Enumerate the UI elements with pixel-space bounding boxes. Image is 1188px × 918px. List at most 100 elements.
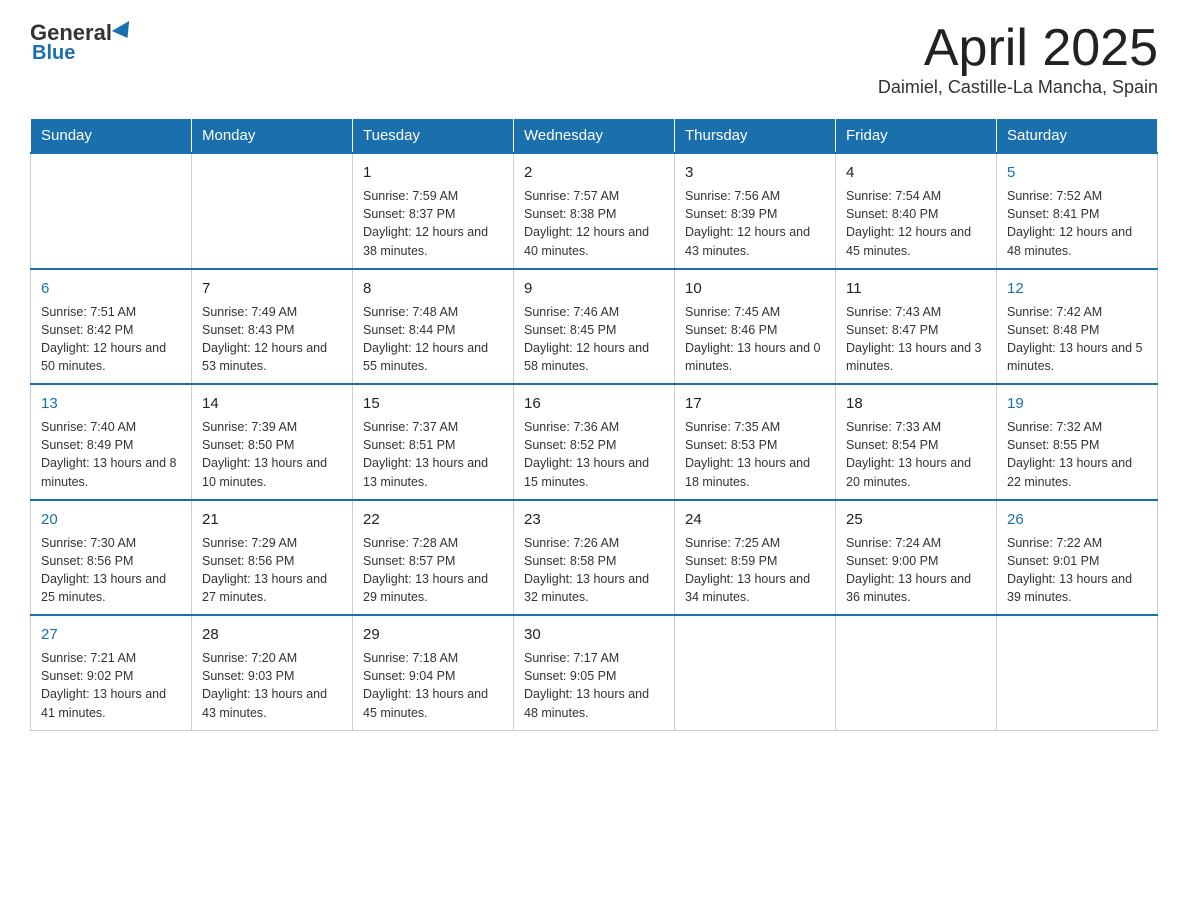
calendar-cell-w5-d5: [675, 615, 836, 730]
day-info: Sunrise: 7:30 AMSunset: 8:56 PMDaylight:…: [41, 534, 181, 607]
calendar-cell-w1-d5: 3 Sunrise: 7:56 AMSunset: 8:39 PMDaylight…: [675, 153, 836, 269]
day-number: 1: [363, 162, 503, 183]
calendar-cell-w1-d7: 5 Sunrise: 7:52 AMSunset: 8:41 PMDaylight…: [997, 153, 1158, 269]
day-number: 7: [202, 278, 342, 299]
day-info: Sunrise: 7:17 AMSunset: 9:05 PMDaylight:…: [524, 649, 664, 722]
header-wednesday: Wednesday: [514, 119, 675, 154]
calendar-table: Sunday Monday Tuesday Wednesday Thursday…: [30, 118, 1158, 731]
day-number: 25: [846, 509, 986, 530]
day-info: Sunrise: 7:28 AMSunset: 8:57 PMDaylight:…: [363, 534, 503, 607]
week-row-3: 13 Sunrise: 7:40 AMSunset: 8:49 PMDayligh…: [31, 384, 1158, 500]
calendar-cell-w3-d7: 19 Sunrise: 7:32 AMSunset: 8:55 PMDayligh…: [997, 384, 1158, 500]
day-number: 9: [524, 278, 664, 299]
calendar-cell-w4-d5: 24 Sunrise: 7:25 AMSunset: 8:59 PMDayligh…: [675, 500, 836, 616]
calendar-cell-w1-d1: [31, 153, 192, 269]
calendar-cell-w3-d3: 15 Sunrise: 7:37 AMSunset: 8:51 PMDayligh…: [353, 384, 514, 500]
calendar-cell-w2-d1: 6 Sunrise: 7:51 AMSunset: 8:42 PMDaylight…: [31, 269, 192, 385]
calendar-cell-w1-d2: [192, 153, 353, 269]
calendar-cell-w1-d3: 1 Sunrise: 7:59 AMSunset: 8:37 PMDaylight…: [353, 153, 514, 269]
calendar-cell-w5-d2: 28 Sunrise: 7:20 AMSunset: 9:03 PMDayligh…: [192, 615, 353, 730]
calendar-cell-w4-d2: 21 Sunrise: 7:29 AMSunset: 8:56 PMDayligh…: [192, 500, 353, 616]
calendar-cell-w2-d3: 8Sunrise: 7:48 AMSunset: 8:44 PMDaylight…: [353, 269, 514, 385]
calendar-cell-w1-d4: 2Sunrise: 7:57 AMSunset: 8:38 PMDaylight…: [514, 153, 675, 269]
calendar-cell-w2-d6: 11Sunrise: 7:43 AMSunset: 8:47 PMDayligh…: [836, 269, 997, 385]
day-number: 21: [202, 509, 342, 530]
day-info: Sunrise: 7:32 AMSunset: 8:55 PMDaylight:…: [1007, 418, 1147, 491]
day-number: 12: [1007, 278, 1147, 299]
day-number: 15: [363, 393, 503, 414]
page-header: General Blue April 2025 Daimiel, Castill…: [30, 20, 1158, 98]
calendar-cell-w5-d6: [836, 615, 997, 730]
calendar-cell-w1-d6: 4Sunrise: 7:54 AMSunset: 8:40 PMDaylight…: [836, 153, 997, 269]
day-number: 3: [685, 162, 825, 183]
header-monday: Monday: [192, 119, 353, 154]
day-number: 13: [41, 393, 181, 414]
logo-triangle-icon: [112, 21, 136, 43]
day-info: Sunrise: 7:56 AMSunset: 8:39 PMDaylight:…: [685, 187, 825, 260]
logo-blue-text: Blue: [32, 42, 75, 65]
day-info: Sunrise: 7:43 AMSunset: 8:47 PMDaylight:…: [846, 303, 986, 376]
day-info: Sunrise: 7:49 AMSunset: 8:43 PMDaylight:…: [202, 303, 342, 376]
day-number: 26: [1007, 509, 1147, 530]
week-row-4: 20 Sunrise: 7:30 AMSunset: 8:56 PMDayligh…: [31, 500, 1158, 616]
calendar-location: Daimiel, Castille-La Mancha, Spain: [878, 77, 1158, 98]
calendar-cell-w3-d1: 13 Sunrise: 7:40 AMSunset: 8:49 PMDayligh…: [31, 384, 192, 500]
calendar-cell-w3-d5: 17 Sunrise: 7:35 AMSunset: 8:53 PMDayligh…: [675, 384, 836, 500]
calendar-cell-w4-d7: 26 Sunrise: 7:22 AMSunset: 9:01 PMDayligh…: [997, 500, 1158, 616]
calendar-cell-w2-d5: 10 Sunrise: 7:45 AMSunset: 8:46 PMDayligh…: [675, 269, 836, 385]
calendar-cell-w5-d4: 30 Sunrise: 7:17 AMSunset: 9:05 PMDayligh…: [514, 615, 675, 730]
day-number: 5: [1007, 162, 1147, 183]
calendar-cell-w4-d1: 20 Sunrise: 7:30 AMSunset: 8:56 PMDayligh…: [31, 500, 192, 616]
day-info: Sunrise: 7:45 AMSunset: 8:46 PMDaylight:…: [685, 303, 825, 376]
day-info: Sunrise: 7:29 AMSunset: 8:56 PMDaylight:…: [202, 534, 342, 607]
day-number: 23: [524, 509, 664, 530]
day-number: 20: [41, 509, 181, 530]
day-number: 27: [41, 624, 181, 645]
day-number: 30: [524, 624, 664, 645]
day-info: Sunrise: 7:21 AMSunset: 9:02 PMDaylight:…: [41, 649, 181, 722]
day-info: Sunrise: 7:36 AMSunset: 8:52 PMDaylight:…: [524, 418, 664, 491]
day-info: Sunrise: 7:42 AMSunset: 8:48 PMDaylight:…: [1007, 303, 1147, 376]
day-number: 29: [363, 624, 503, 645]
day-info: Sunrise: 7:20 AMSunset: 9:03 PMDaylight:…: [202, 649, 342, 722]
day-info: Sunrise: 7:26 AMSunset: 8:58 PMDaylight:…: [524, 534, 664, 607]
header-friday: Friday: [836, 119, 997, 154]
day-info: Sunrise: 7:39 AMSunset: 8:50 PMDaylight:…: [202, 418, 342, 491]
day-number: 18: [846, 393, 986, 414]
day-info: Sunrise: 7:48 AMSunset: 8:44 PMDaylight:…: [363, 303, 503, 376]
day-info: Sunrise: 7:51 AMSunset: 8:42 PMDaylight:…: [41, 303, 181, 376]
header-saturday: Saturday: [997, 119, 1158, 154]
calendar-cell-w2-d2: 7 Sunrise: 7:49 AMSunset: 8:43 PMDaylight…: [192, 269, 353, 385]
calendar-cell-w4-d4: 23 Sunrise: 7:26 AMSunset: 8:58 PMDayligh…: [514, 500, 675, 616]
day-number: 24: [685, 509, 825, 530]
day-number: 16: [524, 393, 664, 414]
calendar-header-row: Sunday Monday Tuesday Wednesday Thursday…: [31, 119, 1158, 154]
day-number: 2: [524, 162, 664, 183]
day-info: Sunrise: 7:37 AMSunset: 8:51 PMDaylight:…: [363, 418, 503, 491]
day-info: Sunrise: 7:18 AMSunset: 9:04 PMDaylight:…: [363, 649, 503, 722]
calendar-cell-w3-d4: 16 Sunrise: 7:36 AMSunset: 8:52 PMDayligh…: [514, 384, 675, 500]
day-info: Sunrise: 7:40 AMSunset: 8:49 PMDaylight:…: [41, 418, 181, 491]
day-number: 10: [685, 278, 825, 299]
day-number: 19: [1007, 393, 1147, 414]
day-info: Sunrise: 7:54 AMSunset: 8:40 PMDaylight:…: [846, 187, 986, 260]
calendar-cell-w5-d1: 27 Sunrise: 7:21 AMSunset: 9:02 PMDayligh…: [31, 615, 192, 730]
header-sunday: Sunday: [31, 119, 192, 154]
logo: General Blue: [30, 20, 134, 65]
title-block: April 2025 Daimiel, Castille-La Mancha, …: [878, 20, 1158, 98]
day-number: 22: [363, 509, 503, 530]
week-row-2: 6 Sunrise: 7:51 AMSunset: 8:42 PMDaylight…: [31, 269, 1158, 385]
calendar-cell-w5-d7: [997, 615, 1158, 730]
day-info: Sunrise: 7:25 AMSunset: 8:59 PMDaylight:…: [685, 534, 825, 607]
day-number: 28: [202, 624, 342, 645]
week-row-5: 27 Sunrise: 7:21 AMSunset: 9:02 PMDayligh…: [31, 615, 1158, 730]
day-number: 6: [41, 278, 181, 299]
calendar-title: April 2025: [878, 20, 1158, 77]
calendar-cell-w2-d4: 9Sunrise: 7:46 AMSunset: 8:45 PMDaylight…: [514, 269, 675, 385]
day-info: Sunrise: 7:22 AMSunset: 9:01 PMDaylight:…: [1007, 534, 1147, 607]
calendar-cell-w4-d3: 22 Sunrise: 7:28 AMSunset: 8:57 PMDayligh…: [353, 500, 514, 616]
day-number: 17: [685, 393, 825, 414]
day-info: Sunrise: 7:52 AMSunset: 8:41 PMDaylight:…: [1007, 187, 1147, 260]
day-info: Sunrise: 7:59 AMSunset: 8:37 PMDaylight:…: [363, 187, 503, 260]
day-info: Sunrise: 7:35 AMSunset: 8:53 PMDaylight:…: [685, 418, 825, 491]
